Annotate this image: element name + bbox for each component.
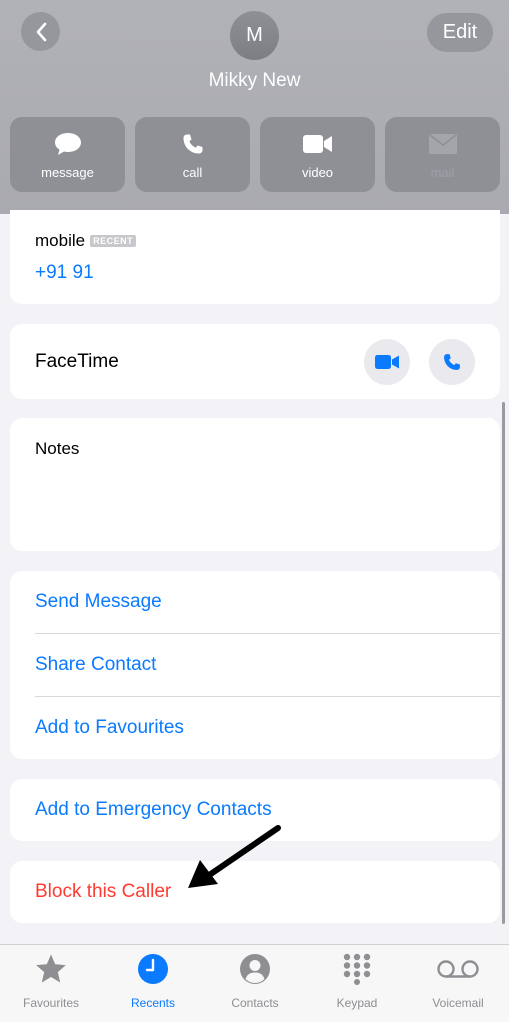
facetime-audio-button[interactable]: [429, 339, 475, 385]
back-button[interactable]: [21, 12, 60, 51]
contact-header: M Edit Mikky New message call video mail: [0, 0, 509, 214]
notes-label: Notes: [35, 439, 80, 458]
tab-label: Favourites: [22, 996, 80, 1010]
tab-label: Voicemail: [432, 996, 484, 1010]
facetime-video-button[interactable]: [364, 339, 410, 385]
facetime-label: FaceTime: [35, 351, 119, 372]
tab-contacts[interactable]: Contacts: [204, 953, 306, 1010]
action-label: message: [41, 165, 94, 180]
tab-bar: Favourites Recents Contacts Keypad Voice…: [0, 944, 509, 1022]
quick-actions: message call video mail: [10, 117, 500, 192]
send-message-row[interactable]: Send Message: [35, 571, 500, 633]
phone-icon: [183, 134, 202, 154]
add-to-favourites-row[interactable]: Add to Favourites: [35, 697, 500, 759]
phone-type-label: mobile RECENT: [35, 231, 137, 251]
notes-card[interactable]: Notes: [10, 418, 500, 551]
tab-voicemail[interactable]: Voicemail: [407, 953, 509, 1010]
phone-number-card: mobile RECENT +91 91: [10, 210, 500, 304]
action-label: mail: [430, 165, 455, 180]
tab-favourites[interactable]: Favourites: [0, 953, 102, 1010]
chevron-left-icon: [36, 22, 46, 41]
phone-icon: [444, 354, 460, 370]
avatar-initial: M: [246, 24, 263, 46]
scrollbar[interactable]: [502, 402, 505, 924]
mail-action-button[interactable]: mail: [385, 117, 500, 192]
facetime-card: FaceTime: [10, 324, 500, 399]
tab-label: Contacts: [231, 996, 279, 1010]
message-bubble-icon: [54, 133, 81, 155]
phone-number-link[interactable]: +91 91: [35, 262, 94, 284]
recent-badge: RECENT: [90, 235, 137, 247]
share-contact-row[interactable]: Share Contact: [35, 634, 500, 696]
envelope-icon: [428, 134, 457, 154]
star-icon: [36, 954, 66, 983]
contact-name: Mikky New: [208, 70, 301, 91]
video-action-button[interactable]: video: [260, 117, 375, 192]
person-circle-icon: [240, 954, 270, 984]
tab-label: Keypad: [336, 996, 378, 1010]
phone-label-text: mobile: [35, 231, 86, 250]
contact-actions-list: Send Message Share Contact Add to Favour…: [10, 571, 500, 759]
tab-keypad[interactable]: Keypad: [306, 953, 408, 1010]
annotation-arrow-icon: [188, 825, 281, 888]
message-action-button[interactable]: message: [10, 117, 125, 192]
video-camera-icon: [375, 355, 399, 369]
clock-icon: [138, 954, 168, 984]
tab-recents[interactable]: Recents: [102, 953, 204, 1010]
avatar: M: [230, 11, 279, 60]
block-caller-row[interactable]: Block this Caller: [35, 861, 171, 923]
keypad-grid-icon: [343, 953, 371, 985]
call-action-button[interactable]: call: [135, 117, 250, 192]
voicemail-icon: [437, 960, 479, 978]
action-label: call: [182, 165, 203, 180]
tab-label: Recents: [130, 996, 176, 1010]
video-camera-icon: [302, 135, 332, 153]
edit-button[interactable]: Edit: [427, 13, 493, 52]
action-label: video: [301, 165, 334, 180]
